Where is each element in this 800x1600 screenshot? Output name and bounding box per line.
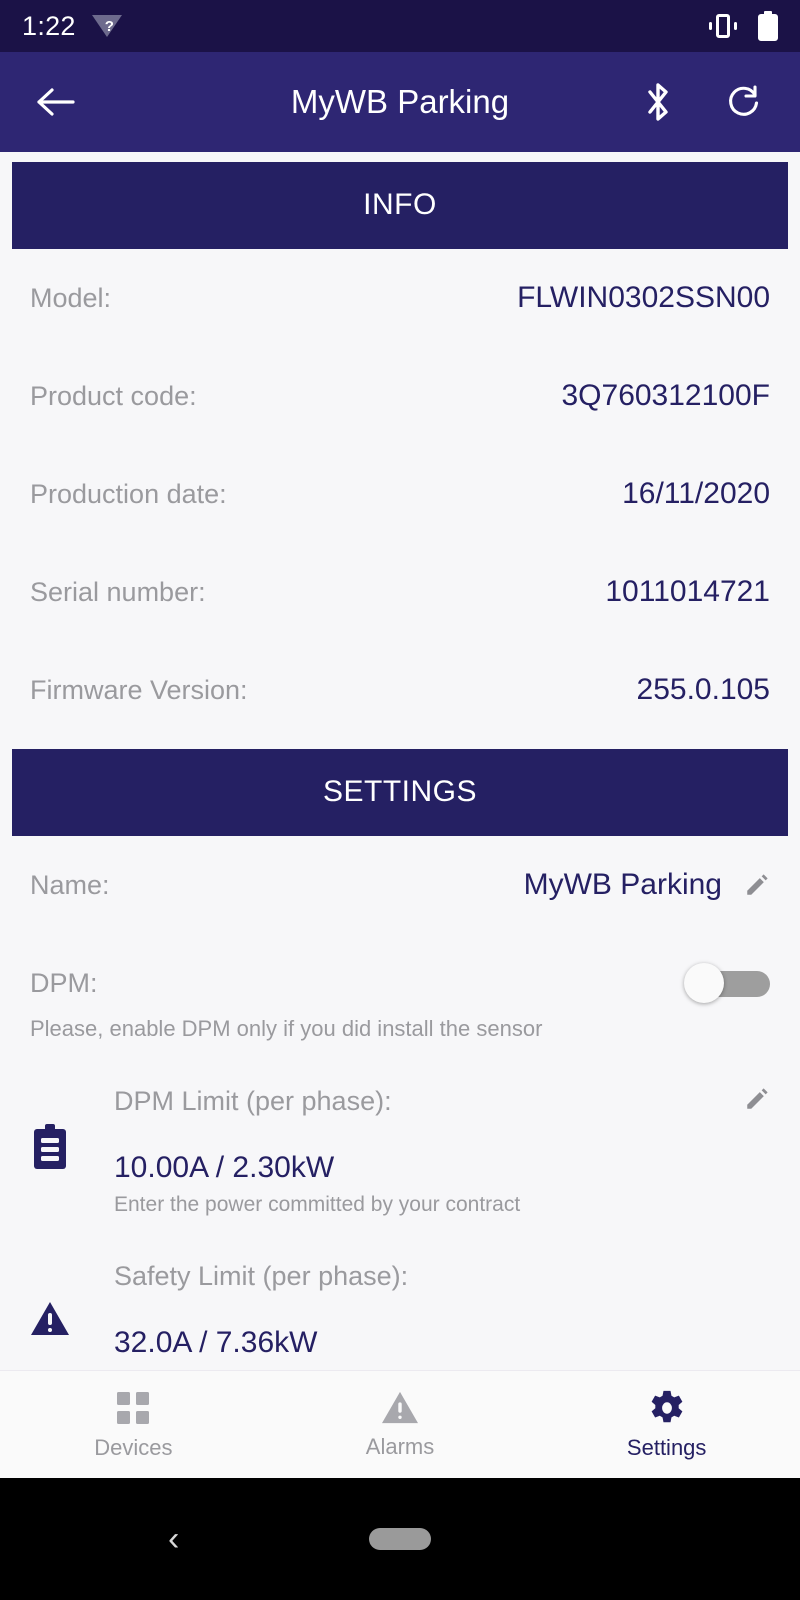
info-section-header: INFO [12,162,788,249]
nav-item-devices[interactable]: Devices [0,1389,267,1461]
safety-limit-value: 32.0A / 7.36kW [114,1326,318,1359]
back-button[interactable] [28,74,84,130]
back-arrow-icon [37,88,75,116]
wifi-unknown-icon: ? [91,13,122,39]
info-value: 1011014721 [605,575,770,608]
status-bar: 1:22 ? [0,0,800,52]
info-value: 16/11/2020 [622,477,770,510]
info-label: Firmware Version: [30,674,248,705]
dpm-hint: Please, enable DPM only if you did insta… [30,1016,543,1041]
dpm-limit-top: DPM Limit (per phase): [114,1086,770,1117]
bluetooth-icon [648,83,668,121]
dpm-limit-value: 10.00A / 2.30kW [114,1151,335,1184]
dpm-toggle-knob [684,963,724,1003]
refresh-icon [729,85,759,116]
info-row-model: Model: FLWIN0302SSN00 [0,249,800,347]
info-label: Serial number: [30,576,206,607]
info-label: Production date: [30,478,227,509]
app-bar: MyWB Parking [0,52,800,152]
warning-triangle-icon [382,1391,418,1423]
battery-full-icon [758,11,778,41]
pencil-icon[interactable] [744,1086,770,1112]
info-row-serial-number: Serial number: 1011014721 [0,543,800,641]
safety-limit-block[interactable]: Safety Limit (per phase): 32.0A / 7.36kW [0,1217,800,1360]
dpm-limit-main: DPM Limit (per phase): 10.00A / 2.30kW E… [92,1086,770,1217]
dpm-label: DPM: [30,967,98,998]
info-value: 255.0.105 [636,673,770,706]
refresh-button[interactable] [716,74,772,130]
bluetooth-button[interactable] [630,74,686,130]
status-bar-left: 1:22 ? [22,11,708,42]
warning-triangle-icon [31,1302,69,1335]
info-row-production-date: Production date: 16/11/2020 [0,445,800,543]
info-value: 3Q760312100F [561,379,770,412]
home-pill-icon[interactable] [369,1528,431,1550]
system-navigation-bar: ‹ [0,1478,800,1600]
nav-item-settings[interactable]: Settings [533,1389,800,1461]
nav-label-settings: Settings [626,1434,707,1460]
info-row-product-code: Product code: 3Q760312100F [0,347,800,445]
info-value: FLWIN0302SSN00 [517,281,770,314]
dpm-limit-block[interactable]: DPM Limit (per phase): 10.00A / 2.30kW E… [0,1042,800,1217]
phone-screen: 1:22 ? MyWB Parking INFO Model: FLWIN030… [0,0,800,1600]
info-label: Product code: [30,380,197,411]
dpm-toggle[interactable] [684,963,770,1003]
dpm-limit-title: DPM Limit (per phase): [114,1086,392,1116]
gear-icon [651,1390,683,1422]
info-label: Model: [30,282,112,313]
grid-icon [117,1391,150,1424]
name-label: Name: [30,869,110,900]
pencil-icon[interactable] [744,872,770,898]
name-value: MyWB Parking [523,868,722,901]
dpm-limit-sub: Enter the power committed by your contra… [114,1193,521,1216]
nav-label-alarms: Alarms [365,1433,435,1459]
dpm-limit-icon-wrap [30,1086,92,1170]
settings-row-name[interactable]: Name: MyWB Parking [0,836,800,934]
name-value-wrap: MyWB Parking [524,868,770,902]
nav-label-devices: Devices [94,1434,173,1460]
system-back-icon[interactable]: ‹ [168,1520,179,1559]
status-time: 1:22 [22,10,76,41]
info-row-firmware-version: Firmware Version: 255.0.105 [0,641,800,739]
settings-section-header: SETTINGS [12,749,788,836]
clipboard-icon [34,1124,66,1169]
safety-limit-main: Safety Limit (per phase): 32.0A / 7.36kW [92,1261,770,1360]
scroll-content[interactable]: INFO Model: FLWIN0302SSN00 Product code:… [0,152,800,1478]
vibrate-icon [708,12,738,40]
nav-item-alarms[interactable]: Alarms [267,1390,534,1460]
safety-limit-top: Safety Limit (per phase): [114,1261,770,1292]
app-bar-actions [630,74,772,130]
bottom-navigation: Devices Alarms Settings [0,1370,800,1478]
safety-limit-icon-wrap [30,1261,92,1339]
status-bar-right [708,11,778,41]
safety-limit-title: Safety Limit (per phase): [114,1261,409,1291]
